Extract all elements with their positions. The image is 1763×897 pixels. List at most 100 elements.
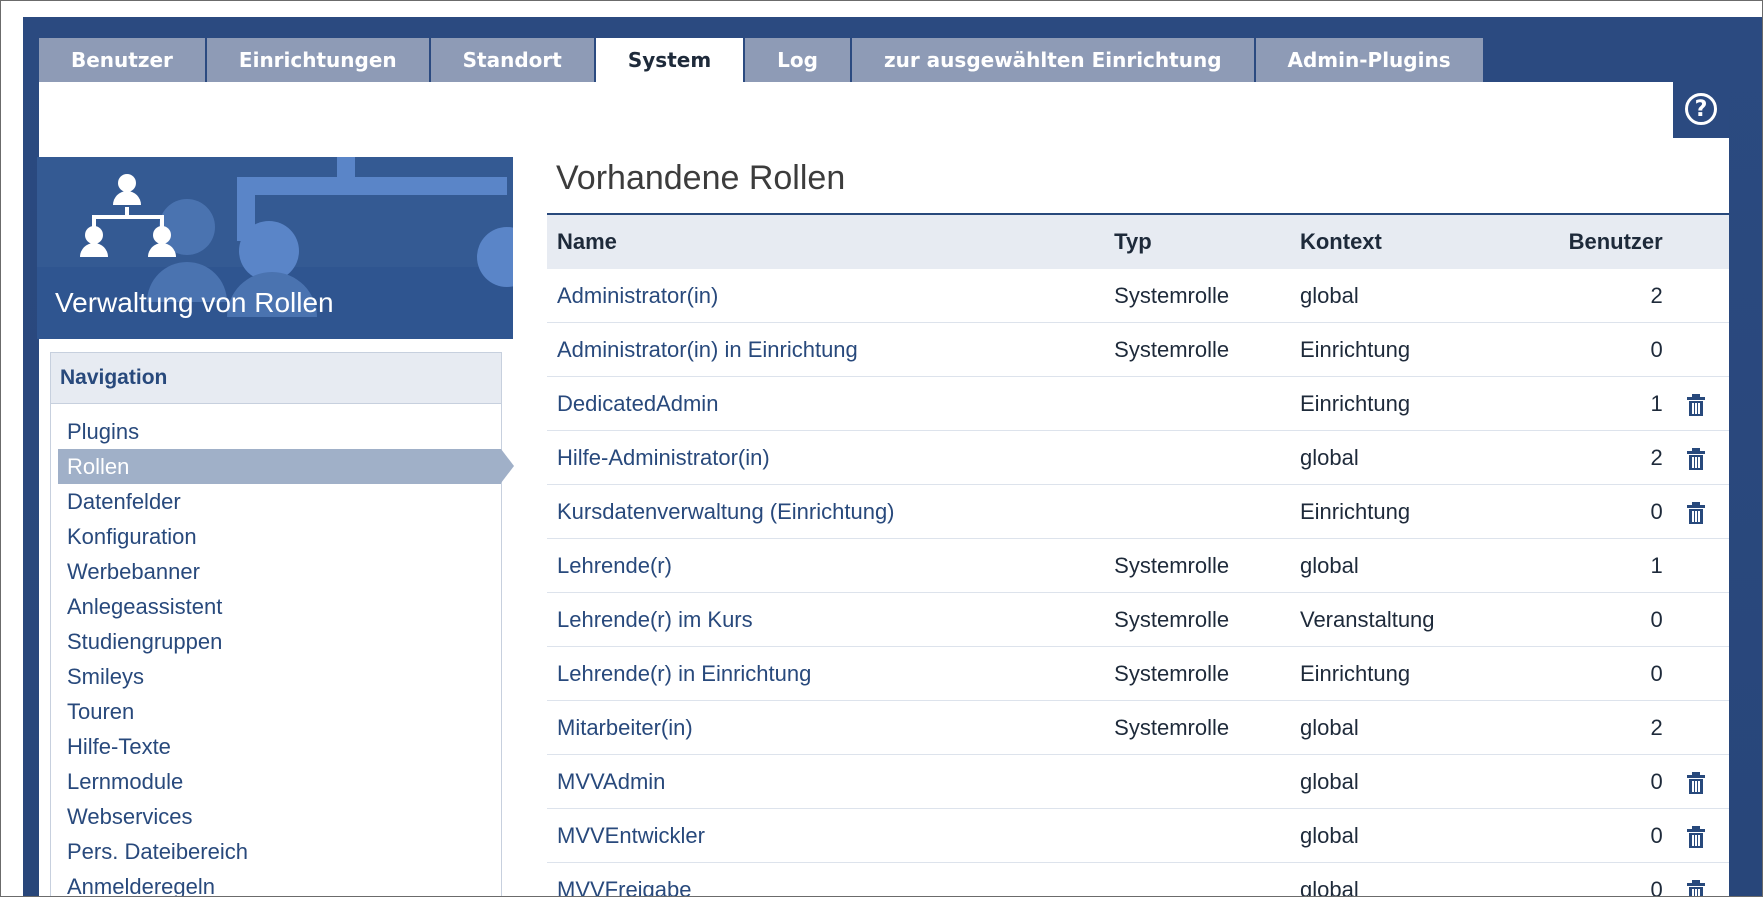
sidebar-item-plugins[interactable]: Plugins (51, 414, 501, 449)
column-header-benutzer[interactable]: Benutzer (1514, 214, 1663, 269)
role-name-link[interactable]: Administrator(in) (547, 269, 1115, 323)
navigation-list: Plugins Rollen Datenfelder Konfiguration… (51, 404, 514, 896)
role-name-link[interactable]: Kursdatenverwaltung (Einrichtung) (547, 484, 1115, 539)
role-context: Veranstaltung (1299, 592, 1514, 647)
table-row: MVVFreigabe global 0 (547, 862, 1729, 897)
tab-zur-ausgewaehlten-einrichtung[interactable]: zur ausgewählten Einrichtung (851, 38, 1256, 82)
role-actions (1662, 646, 1729, 701)
trash-icon[interactable] (1686, 501, 1706, 525)
role-user-count: 1 (1513, 538, 1663, 593)
trash-icon[interactable] (1686, 393, 1706, 417)
main-tabs: Benutzer Einrichtungen Standort System L… (39, 38, 1485, 82)
tab-system[interactable]: System (595, 38, 746, 82)
role-name-link[interactable]: DedicatedAdmin (547, 376, 1115, 431)
role-user-count: 2 (1513, 700, 1663, 755)
sidebar-item-webservices[interactable]: Webservices (51, 799, 501, 834)
role-context: Einrichtung (1299, 646, 1514, 701)
roles-table-body: Administrator(in) Systemrolle global 2 Admin… (547, 269, 1729, 897)
sidebar-item-konfiguration[interactable]: Konfiguration (51, 519, 501, 554)
role-user-count: 0 (1513, 808, 1663, 863)
role-context: global (1299, 700, 1514, 755)
tab-benutzer[interactable]: Benutzer (39, 38, 207, 82)
table-row: Administrator(in) Systemrolle global 2 (547, 269, 1729, 323)
tab-admin-plugins[interactable]: Admin-Plugins (1255, 38, 1485, 82)
sidebar-item-touren[interactable]: Touren (51, 694, 501, 729)
table-row: DedicatedAdmin Einrichtung 1 (547, 376, 1729, 431)
role-name-link[interactable]: Lehrende(r) im Kurs (547, 592, 1115, 647)
role-user-count: 2 (1513, 430, 1663, 485)
role-context: global (1299, 538, 1514, 593)
role-type: Systemrolle (1114, 700, 1300, 755)
table-row: Administrator(in) in Einrichtung Systemro… (547, 322, 1729, 377)
trash-icon[interactable] (1686, 771, 1706, 795)
role-name-link[interactable]: MVVFreigabe (547, 862, 1115, 896)
trash-icon[interactable] (1686, 879, 1706, 897)
column-header-kontext[interactable]: Kontext (1300, 214, 1514, 269)
role-name-link[interactable]: Lehrende(r) (547, 538, 1115, 593)
column-header-actions (1663, 214, 1729, 269)
table-row: Lehrende(r) in Einrichtung Systemrolle Ein… (547, 646, 1729, 701)
role-name-link[interactable]: MVVAdmin (547, 754, 1115, 809)
role-actions (1662, 322, 1729, 377)
sidebar-item-anlegeassistent[interactable]: Anlegeassistent (51, 589, 501, 624)
role-actions (1662, 754, 1729, 809)
role-actions (1662, 538, 1729, 593)
sidebar-item-pers-dateibereich[interactable]: Pers. Dateibereich (51, 834, 501, 869)
role-user-count: 0 (1513, 484, 1663, 539)
role-context: Einrichtung (1299, 376, 1514, 431)
sidebar-item-smileys[interactable]: Smileys (51, 659, 501, 694)
role-context: global (1299, 754, 1514, 809)
role-context: Einrichtung (1299, 322, 1514, 377)
help-button[interactable]: ? (1673, 80, 1729, 138)
role-actions (1662, 376, 1729, 431)
page-title: Vorhandene Rollen (556, 159, 846, 197)
sidebar-item-hilfe-texte[interactable]: Hilfe-Texte (51, 729, 501, 764)
role-type (1114, 754, 1300, 809)
role-actions (1662, 862, 1729, 897)
role-name-link[interactable]: Lehrende(r) in Einrichtung (547, 646, 1115, 701)
role-type (1114, 484, 1300, 539)
role-type (1114, 430, 1300, 485)
trash-icon[interactable] (1686, 825, 1706, 849)
sidebar-item-lernmodule[interactable]: Lernmodule (51, 764, 501, 799)
role-user-count: 0 (1513, 646, 1663, 701)
role-type: Systemrolle (1114, 538, 1300, 593)
tab-standort[interactable]: Standort (430, 38, 596, 82)
role-actions (1662, 700, 1729, 755)
sidebar-item-werbebanner[interactable]: Werbebanner (51, 554, 501, 589)
role-type (1114, 862, 1300, 896)
sidebar-item-datenfelder[interactable]: Datenfelder (51, 484, 501, 519)
navigation-heading: Navigation (51, 353, 501, 404)
role-context: global (1299, 269, 1514, 323)
role-name-link[interactable]: MVVEntwickler (547, 808, 1115, 863)
role-name-link[interactable]: Mitarbeiter(in) (547, 700, 1115, 755)
tab-einrichtungen[interactable]: Einrichtungen (206, 38, 431, 82)
tab-log[interactable]: Log (745, 38, 852, 82)
table-row: Lehrende(r) im Kurs Systemrolle Veranstalt… (547, 592, 1729, 647)
roles-table: Name Typ Kontext Benutzer Administrator(… (547, 213, 1729, 897)
role-type: Systemrolle (1114, 592, 1300, 647)
sidebar-header-image: Verwaltung von Rollen (37, 157, 513, 339)
table-row: Hilfe-Administrator(in) global 2 (547, 430, 1729, 485)
role-name-link[interactable]: Hilfe-Administrator(in) (547, 430, 1115, 485)
role-type (1114, 808, 1300, 863)
role-actions (1662, 808, 1729, 863)
role-context: Einrichtung (1299, 484, 1514, 539)
column-header-typ[interactable]: Typ (1114, 214, 1300, 269)
table-row: MVVAdmin global 0 (547, 754, 1729, 809)
role-name-link[interactable]: Administrator(in) in Einrichtung (547, 322, 1115, 377)
trash-icon[interactable] (1686, 447, 1706, 471)
role-user-count: 2 (1513, 269, 1663, 323)
role-type (1114, 376, 1300, 431)
role-actions (1662, 430, 1729, 485)
help-icon: ? (1685, 93, 1717, 125)
table-row: Mitarbeiter(in) Systemrolle global 2 (547, 700, 1729, 755)
table-row: MVVEntwickler global 0 (547, 808, 1729, 863)
sidebar-item-rollen[interactable]: Rollen (58, 449, 514, 484)
sidebar-item-studiengruppen[interactable]: Studiengruppen (51, 624, 501, 659)
sidebar-navigation: Navigation Plugins Rollen Datenfelder Ko… (50, 352, 514, 896)
role-context: global (1299, 808, 1514, 863)
sidebar-item-anmelderegeln[interactable]: Anmelderegeln (51, 869, 501, 896)
column-header-name[interactable]: Name (547, 214, 1114, 269)
role-user-count: 1 (1513, 376, 1663, 431)
